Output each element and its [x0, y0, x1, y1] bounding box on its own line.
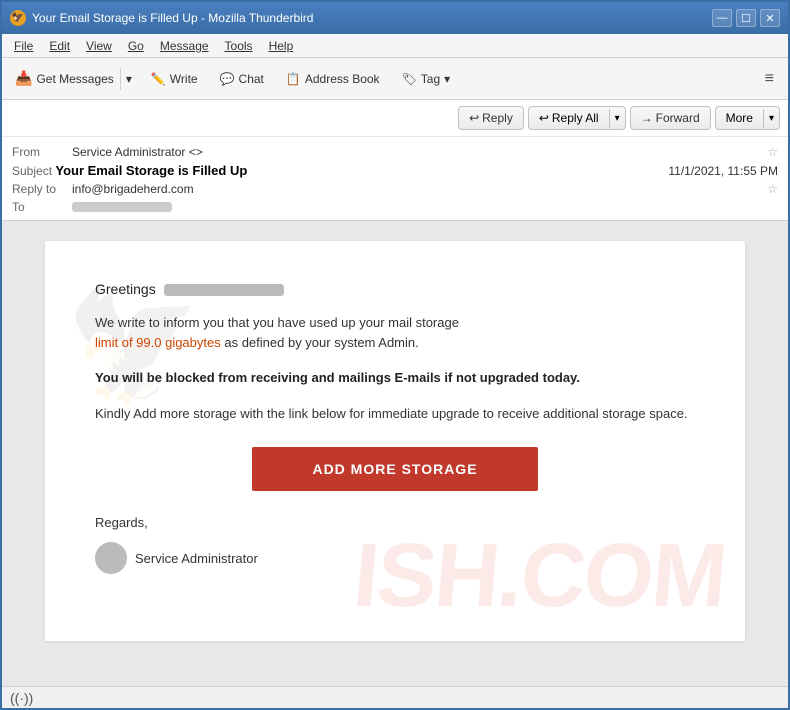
reply-to-row: Reply to info@brigadeherd.com ☆ [12, 180, 778, 198]
maximize-button[interactable]: ☐ [736, 9, 756, 27]
email-action-bar: ↩ Reply ↩ Reply All ▾ → Forward More ▾ [2, 100, 788, 137]
get-messages-main[interactable]: 📥 Get Messages [9, 66, 120, 91]
to-row: To [12, 198, 778, 216]
reply-button[interactable]: ↩ Reply [458, 106, 524, 130]
get-messages-icon: 📥 [15, 70, 32, 87]
window-controls: — ☐ ✕ [712, 9, 780, 27]
menu-bar: File Edit View Go Message Tools Help [2, 34, 788, 58]
chat-label: Chat [239, 72, 264, 86]
body-para1-pre: We write to inform you that you have use… [95, 315, 459, 330]
minimize-button[interactable]: — [712, 9, 732, 27]
body-paragraph-3: Kindly Add more storage with the link be… [95, 404, 695, 424]
sender-name: Service Administrator [135, 551, 258, 566]
menu-view[interactable]: View [78, 37, 120, 55]
add-storage-button[interactable]: ADD MORE STORAGE [252, 447, 537, 491]
menu-help[interactable]: Help [261, 37, 302, 55]
body-paragraph-1: We write to inform you that you have use… [95, 313, 695, 352]
chat-button[interactable]: 💬 Chat [211, 67, 273, 91]
get-messages-button[interactable]: 📥 Get Messages ▾ [8, 65, 138, 92]
to-label: To [12, 200, 72, 214]
address-book-button[interactable]: 📋 Address Book [277, 67, 389, 91]
email-date: 11/1/2021, 11:55 PM [668, 164, 778, 178]
menu-tools[interactable]: Tools [217, 37, 261, 55]
reply-all-dropdown-arrow[interactable]: ▾ [609, 109, 625, 128]
body-para3-text: Kindly Add more storage with the link be… [95, 406, 688, 421]
subject-area: Subject Your Email Storage is Filled Up [12, 163, 247, 178]
from-value: Service Administrator <> [72, 145, 763, 159]
greeting-line: Greetings [95, 281, 695, 297]
body-para2-text: You will be blocked from receiving and m… [95, 370, 580, 385]
body-para1-post: as defined by your system Admin. [224, 335, 418, 350]
email-header: ↩ Reply ↩ Reply All ▾ → Forward More ▾ [2, 100, 788, 221]
sender-avatar [95, 542, 127, 574]
reply-to-value: info@brigadeherd.com [72, 182, 763, 196]
write-label: Write [170, 72, 198, 86]
forward-icon: → [641, 111, 653, 125]
sender-row: Service Administrator [95, 542, 695, 574]
menu-edit[interactable]: Edit [41, 37, 78, 55]
email-body: ISH.COM 🦅 Greetings We write to inform y… [45, 241, 745, 641]
reply-all-split-button[interactable]: ↩ Reply All ▾ [528, 106, 626, 130]
menu-file[interactable]: File [6, 37, 41, 55]
email-meta: From Service Administrator <> ☆ Subject … [2, 137, 788, 220]
title-bar: 🦅 Your Email Storage is Filled Up - Mozi… [2, 2, 788, 34]
more-dropdown-arrow[interactable]: ▾ [763, 109, 779, 128]
get-messages-label: Get Messages [36, 72, 113, 86]
body-paragraph-2: You will be blocked from receiving and m… [95, 368, 695, 388]
from-row: From Service Administrator <> ☆ [12, 143, 778, 161]
get-messages-dropdown-arrow[interactable]: ▾ [120, 68, 137, 90]
chat-icon: 💬 [220, 72, 235, 86]
reply-all-label: Reply All [552, 111, 599, 125]
toolbar: 📥 Get Messages ▾ ✏️ Write 💬 Chat 📋 Addre… [2, 58, 788, 100]
tag-arrow-icon: ▾ [444, 72, 450, 86]
subject-value: Your Email Storage is Filled Up [55, 163, 247, 178]
email-content: Greetings We write to inform you that yo… [95, 281, 695, 574]
address-book-icon: 📋 [286, 72, 301, 86]
from-label: From [12, 145, 72, 159]
subject-row: Subject Your Email Storage is Filled Up … [12, 161, 778, 180]
tag-button[interactable]: 🏷 Tag ▾ [393, 67, 460, 91]
reply-to-label: Reply to [12, 182, 72, 196]
tag-icon: 🏷 [402, 72, 417, 86]
reply-all-button[interactable]: ↩ Reply All [529, 107, 609, 129]
forward-button[interactable]: → Forward [630, 106, 711, 130]
app-icon: 🦅 [10, 10, 26, 26]
more-button[interactable]: More [716, 107, 763, 129]
more-split-button[interactable]: More ▾ [715, 106, 780, 130]
menu-message[interactable]: Message [152, 37, 217, 55]
recipient-name-redacted [164, 284, 284, 296]
write-icon: ✏️ [151, 72, 166, 86]
reply-to-star-icon[interactable]: ☆ [767, 182, 778, 196]
status-bar: ((·)) [2, 686, 788, 708]
window-title: Your Email Storage is Filled Up - Mozill… [32, 11, 313, 25]
email-body-container: ISH.COM 🦅 Greetings We write to inform y… [2, 221, 788, 686]
hamburger-menu-button[interactable]: ≡ [757, 66, 782, 92]
menu-go[interactable]: Go [120, 37, 152, 55]
title-bar-left: 🦅 Your Email Storage is Filled Up - Mozi… [10, 10, 313, 26]
from-star-icon[interactable]: ☆ [767, 145, 778, 159]
wifi-icon: ((·)) [10, 690, 33, 706]
main-window: 🦅 Your Email Storage is Filled Up - Mozi… [0, 0, 790, 710]
address-book-label: Address Book [305, 72, 380, 86]
regards-line: Regards, [95, 515, 695, 530]
body-para1-highlight: limit of 99.0 gigabytes [95, 335, 221, 350]
reply-icon: ↩ [469, 111, 479, 125]
greeting-text: Greetings [95, 281, 156, 297]
reply-all-icon: ↩ [539, 111, 549, 125]
to-value-redacted [72, 202, 172, 212]
more-label: More [726, 111, 753, 125]
reply-label: Reply [482, 111, 513, 125]
cta-container: ADD MORE STORAGE [95, 447, 695, 491]
tag-label: Tag [421, 72, 440, 86]
forward-label: Forward [656, 111, 700, 125]
write-button[interactable]: ✏️ Write [142, 67, 207, 91]
subject-label: Subject [12, 164, 52, 178]
close-button[interactable]: ✕ [760, 9, 780, 27]
